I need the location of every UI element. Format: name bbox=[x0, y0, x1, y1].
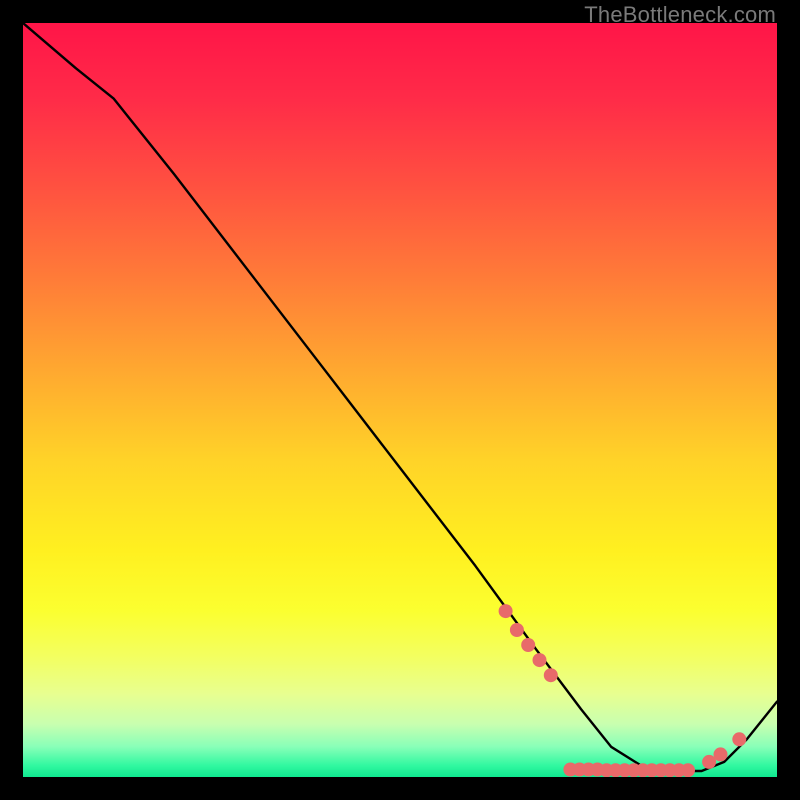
marker-dot bbox=[681, 763, 695, 777]
watermark-text: TheBottleneck.com bbox=[584, 2, 776, 28]
marker-dot bbox=[702, 755, 716, 769]
bottleneck-curve bbox=[23, 23, 777, 771]
marker-dot bbox=[499, 604, 513, 618]
marker-dot bbox=[714, 747, 728, 761]
marker-dot bbox=[510, 623, 524, 637]
marker-dot bbox=[521, 638, 535, 652]
highlight-dots bbox=[499, 604, 747, 777]
marker-dot bbox=[533, 653, 547, 667]
chart-frame: TheBottleneck.com bbox=[0, 0, 800, 800]
plot-area bbox=[23, 23, 777, 777]
marker-dot bbox=[732, 732, 746, 746]
marker-dot bbox=[544, 668, 558, 682]
curve-layer bbox=[23, 23, 777, 777]
